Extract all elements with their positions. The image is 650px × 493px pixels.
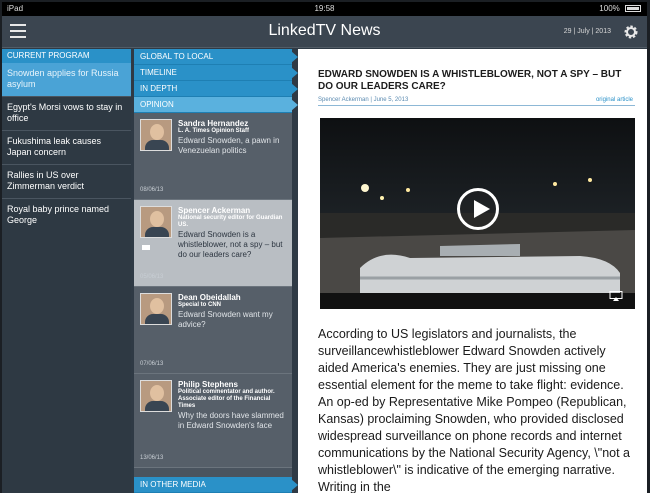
category-panel: GLOBAL TO LOCAL TIMELINE IN DEPTH OPINIO… bbox=[134, 49, 298, 493]
status-bar: iPad 19:58 100% bbox=[2, 2, 647, 16]
opinion-headline: Edward Snowden want my advice? bbox=[178, 310, 273, 329]
battery-icon bbox=[625, 5, 641, 13]
battery-status: 100% bbox=[599, 2, 641, 16]
avatar bbox=[140, 293, 172, 325]
airplay-icon[interactable] bbox=[609, 291, 623, 301]
opinion-headline: Why the doors have slammed in Edward Sno… bbox=[178, 411, 284, 430]
opinion-date: 05/06/13 bbox=[140, 274, 164, 280]
battery-percent: 100% bbox=[599, 4, 620, 13]
program-panel: CURRENT PROGRAM Snowden applies for Russ… bbox=[2, 49, 131, 493]
header-date: 29 | July | 2013 bbox=[563, 28, 611, 35]
status-time: 19:58 bbox=[314, 4, 335, 13]
tab-in-depth[interactable]: IN DEPTH bbox=[134, 81, 298, 97]
gear-icon[interactable] bbox=[623, 24, 639, 40]
opinion-date: 07/06/13 bbox=[140, 361, 164, 367]
tab-in-other-media[interactable]: IN OTHER MEDIA bbox=[134, 477, 298, 493]
program-item[interactable]: Royal baby prince named George bbox=[2, 199, 131, 232]
avatar bbox=[140, 119, 172, 151]
program-item[interactable]: Fukushima leak causes Japan concern bbox=[2, 131, 131, 165]
program-item[interactable]: Rallies in US over Zimmerman verdict bbox=[2, 165, 131, 199]
opinion-card-selected[interactable]: Spencer Ackerman National security edito… bbox=[134, 200, 292, 287]
video-camera-icon bbox=[142, 245, 150, 250]
opinion-card[interactable]: Sandra Hernandez L. A. Times Opinion Sta… bbox=[134, 113, 292, 200]
tab-opinion[interactable]: OPINION bbox=[134, 97, 298, 113]
app-title: LinkedTV News bbox=[268, 22, 381, 39]
avatar bbox=[140, 206, 172, 238]
author-role: Political commentator and author. Associ… bbox=[178, 389, 275, 409]
article-panel: EDWARD SNOWDEN IS A WHISTLEBLOWER, NOT A… bbox=[298, 49, 647, 493]
author-role: Special to CNN bbox=[178, 302, 222, 308]
ipad-screen: iPad 19:58 100% LinkedTV News 29 | July … bbox=[2, 2, 647, 493]
author-role: L. A. Times Opinion Staff bbox=[178, 128, 250, 134]
opinion-card[interactable]: Dean Obeidallah Special to CNN Edward Sn… bbox=[134, 287, 292, 374]
opinion-date: 13/06/13 bbox=[140, 455, 164, 461]
article-title: EDWARD SNOWDEN IS A WHISTLEBLOWER, NOT A… bbox=[318, 69, 622, 92]
opinion-card[interactable]: Philip Stephens Political commentator an… bbox=[134, 374, 292, 468]
article-byline: Spencer Ackerman | June 5, 2013 bbox=[318, 97, 409, 103]
opinion-date: 08/06/13 bbox=[140, 187, 164, 193]
author-name: Dean Obeidallah bbox=[178, 293, 241, 302]
author-role: National security editor for Guardian US… bbox=[178, 215, 283, 228]
app-header: LinkedTV News 29 | July | 2013 bbox=[2, 16, 647, 48]
article-body: According to US legislators and journali… bbox=[318, 327, 631, 493]
original-article-link[interactable]: original article bbox=[596, 97, 633, 103]
opinion-headline: Edward Snowden, a pawn in Venezuelan pol… bbox=[178, 136, 280, 155]
program-heading: CURRENT PROGRAM bbox=[2, 49, 131, 63]
avatar bbox=[140, 380, 172, 412]
video-player[interactable] bbox=[320, 118, 635, 309]
tab-global-to-local[interactable]: GLOBAL TO LOCAL bbox=[134, 49, 298, 65]
program-item[interactable]: Snowden applies for Russia asylum bbox=[2, 63, 131, 97]
program-item[interactable]: Egypt's Morsi vows to stay in office bbox=[2, 97, 131, 131]
tab-timeline[interactable]: TIMELINE bbox=[134, 65, 298, 81]
author-name: Philip Stephens bbox=[178, 380, 239, 389]
divider bbox=[318, 105, 635, 106]
play-button[interactable] bbox=[457, 188, 499, 230]
author-name: Spencer Ackerman bbox=[178, 206, 251, 215]
author-name: Sandra Hernandez bbox=[178, 119, 249, 128]
opinion-headline: Edward Snowden is a whistleblower, not a… bbox=[178, 230, 283, 259]
